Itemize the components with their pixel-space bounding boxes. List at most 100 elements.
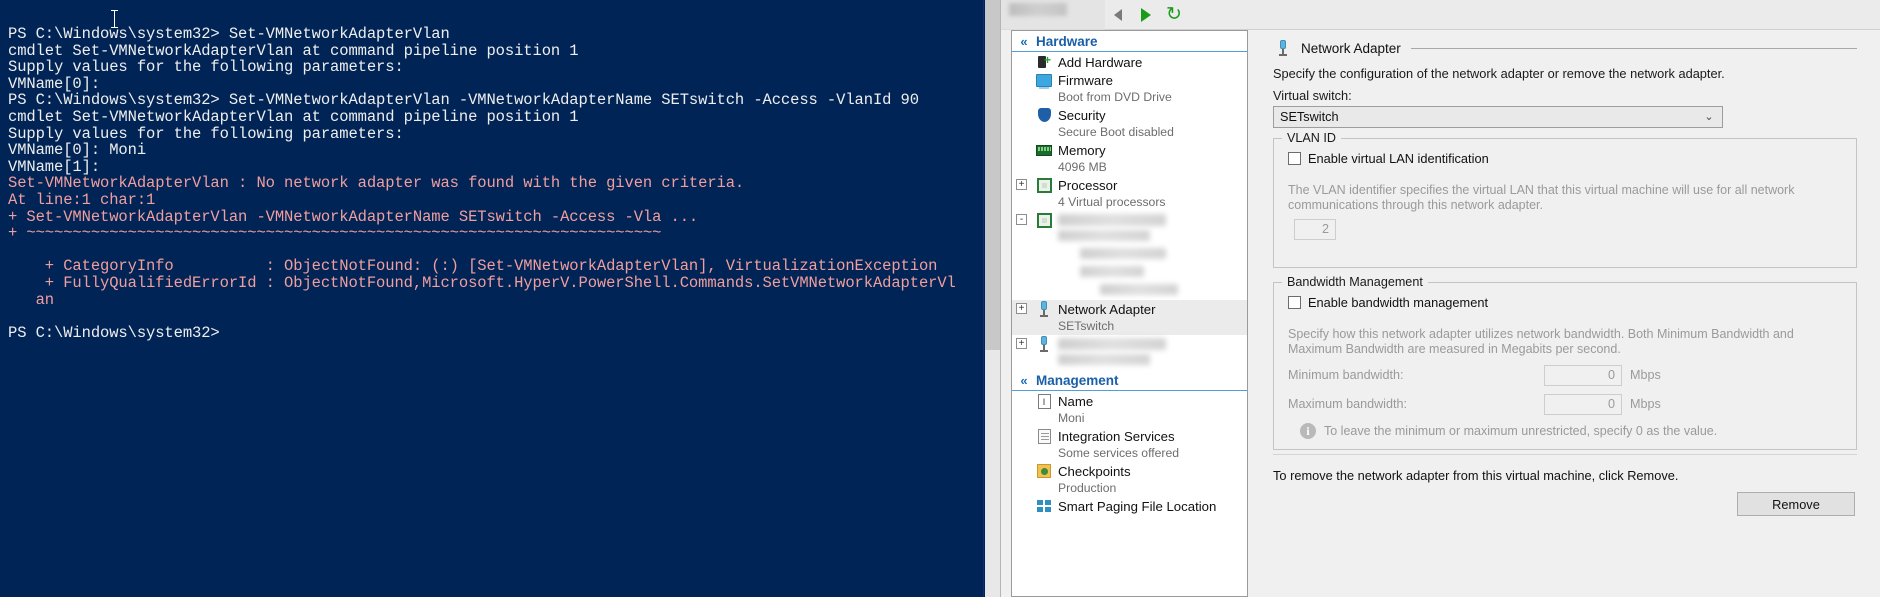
back-button[interactable] (1105, 3, 1131, 27)
virtual-switch-label: Virtual switch: (1273, 88, 1352, 103)
detail-header: Network Adapter (1273, 38, 1857, 58)
tree-item-sublabel: Secure Boot disabled (1058, 125, 1174, 139)
console-line: + FullyQualifiedErrorId : ObjectNotFound… (8, 273, 956, 292)
powershell-console[interactable]: PS C:\Windows\system32> Set-VMNetworkAda… (0, 0, 1000, 597)
vlan-group-legend: VLAN ID (1282, 131, 1341, 145)
tree-item-label: Memory (1058, 142, 1106, 158)
tree-item-label: Firmware (1058, 72, 1113, 88)
tree-item[interactable]: Checkpoints Production (1012, 462, 1247, 497)
checkpoints-icon (1034, 463, 1054, 480)
shield-icon (1034, 107, 1054, 124)
minimum-bandwidth-input[interactable]: 0 (1544, 365, 1622, 386)
tree-item[interactable]: + Add Hardware (1012, 53, 1247, 71)
console-line: cmdlet Set-VMNetworkAdapterVlan at comma… (8, 41, 579, 60)
tree-item-sublabel: Boot from DVD Drive (1058, 90, 1172, 104)
console-output: PS C:\Windows\system32> Set-VMNetworkAda… (8, 26, 956, 341)
maximum-bandwidth-unit: Mbps (1630, 397, 1661, 411)
vlan-id-input[interactable]: 2 (1294, 219, 1336, 240)
name-icon: I (1034, 393, 1054, 410)
tree-item-sublabel: SETswitch (1058, 319, 1115, 333)
tree-item[interactable]: Memory 4096 MB (1012, 141, 1247, 176)
tree-item[interactable]: - (1012, 211, 1247, 300)
expander-toggle-icon[interactable]: - (1016, 214, 1027, 225)
settings-tree[interactable]: «Hardware + Add Hardware Firmware Boot from … (1011, 30, 1248, 597)
vlan-hint-text: The VLAN identifier specifies the virtua… (1288, 183, 1795, 212)
tree-item[interactable]: + Processor 4 Virtual processors (1012, 176, 1247, 211)
enable-vlan-checkbox-row[interactable]: Enable virtual LAN identification (1288, 151, 1489, 166)
virtual-switch-selected-value: SETswitch (1280, 110, 1339, 124)
console-line: VMName[0]: (8, 74, 101, 93)
enable-bandwidth-label: Enable bandwidth management (1308, 295, 1488, 310)
tree-item-sublabel (1034, 229, 1247, 246)
expander-toggle-icon[interactable]: + (1016, 303, 1027, 314)
processor-icon (1034, 177, 1054, 194)
tree-item-sublabel: 4 Virtual processors (1058, 195, 1166, 209)
console-line: PS C:\Windows\system32> (8, 323, 220, 342)
bandwidth-info-text: To leave the minimum or maximum unrestri… (1324, 423, 1718, 438)
maximum-bandwidth-input[interactable]: 0 (1544, 394, 1622, 415)
collapse-chevron-icon: « (1020, 33, 1028, 49)
console-line: VMName[1]: (8, 157, 101, 176)
tree-item-label: Integration Services (1058, 428, 1175, 444)
redacted-label (1058, 214, 1166, 226)
bandwidth-info-row: i To leave the minimum or maximum unrest… (1300, 423, 1717, 439)
tree-section-management[interactable]: « Management (1012, 370, 1247, 391)
bandwidth-hint-text: Specify how this network adapter utilize… (1288, 327, 1794, 356)
tree-item[interactable]: Smart Paging File Location (1012, 497, 1247, 515)
start-button[interactable] (1133, 3, 1159, 27)
tree-item-label: Smart Paging File Location (1058, 498, 1217, 514)
console-line: + Set-VMNetworkAdapterVlan -VMNetworkAda… (8, 207, 699, 226)
enable-bandwidth-checkbox-row[interactable]: Enable bandwidth management (1288, 295, 1488, 310)
minimum-bandwidth-label: Minimum bandwidth: (1288, 368, 1404, 382)
vlan-id-group: VLAN ID Enable virtual LAN identificatio… (1273, 131, 1857, 268)
tree-item[interactable]: Integration Services Some services offere… (1012, 427, 1247, 462)
tree-item-sublabel (1034, 353, 1247, 370)
expander-toggle-icon[interactable]: + (1016, 338, 1027, 349)
integration-services-icon (1034, 428, 1054, 445)
console-line: At line:1 char:1 (8, 190, 156, 209)
tree-item-label: Add Hardware (1058, 54, 1143, 70)
console-line: PS C:\Windows\system32> Set-VMNetworkAda… (8, 25, 450, 43)
section-divider (1273, 454, 1857, 455)
tree-item[interactable]: Firmware Boot from DVD Drive (1012, 71, 1247, 106)
tree-item-sublabel: Production (1058, 481, 1117, 495)
firmware-icon (1034, 72, 1054, 89)
expander-toggle-icon[interactable]: + (1016, 179, 1027, 190)
hyperv-settings-window: ↻ «Hardware + Add Hardware Firmware Boot fro… (1000, 0, 1880, 597)
triangle-left-icon (1114, 8, 1122, 21)
chevron-down-icon: ⌄ (1704, 110, 1714, 123)
console-line: Set-VMNetworkAdapterVlan : No network ad… (8, 174, 745, 193)
refresh-icon: ↻ (1166, 4, 1182, 25)
console-scrollbar[interactable] (983, 0, 1000, 597)
tree-item-label: Processor (1058, 177, 1118, 193)
network-adapter-icon (1034, 336, 1054, 353)
console-line: cmdlet Set-VMNetworkAdapterVlan at comma… (8, 107, 579, 126)
enable-vlan-checkbox[interactable] (1288, 152, 1301, 165)
detail-title: Network Adapter (1301, 40, 1401, 56)
console-scrollbar-thumb[interactable] (985, 0, 1000, 350)
console-line: an (8, 290, 55, 309)
left-gutter (1001, 30, 1009, 597)
tree-item[interactable]: + Network Adapter SETswitch (1012, 300, 1247, 335)
network-adapter-icon (1273, 40, 1293, 57)
remove-button[interactable]: Remove (1737, 492, 1855, 516)
triangle-right-icon (1141, 7, 1151, 22)
enable-bandwidth-checkbox[interactable] (1288, 296, 1301, 309)
info-icon: i (1300, 423, 1316, 439)
tree-item[interactable]: I Name Moni (1012, 392, 1247, 427)
console-scrollbar-track[interactable] (985, 350, 1000, 597)
add-hardware-icon: + (1034, 54, 1054, 71)
redacted-label (1058, 338, 1166, 350)
console-line: PS C:\Windows\system32> Set-VMNetworkAda… (8, 91, 919, 110)
scsi-controller-icon (1034, 212, 1054, 229)
tree-item[interactable]: + (1012, 335, 1247, 370)
refresh-button[interactable]: ↻ (1161, 3, 1187, 27)
tree-section-hardware[interactable]: « Hardware (1012, 31, 1247, 52)
console-line: + CategoryInfo : ObjectNotFound: (:) [Se… (8, 257, 938, 276)
network-adapter-detail-pane: Network Adapter Specify the configuratio… (1259, 30, 1871, 597)
tree-item[interactable]: Security Secure Boot disabled (1012, 106, 1247, 141)
header-divider (1410, 47, 1857, 49)
virtual-switch-dropdown[interactable]: SETswitch ⌄ (1273, 106, 1723, 128)
